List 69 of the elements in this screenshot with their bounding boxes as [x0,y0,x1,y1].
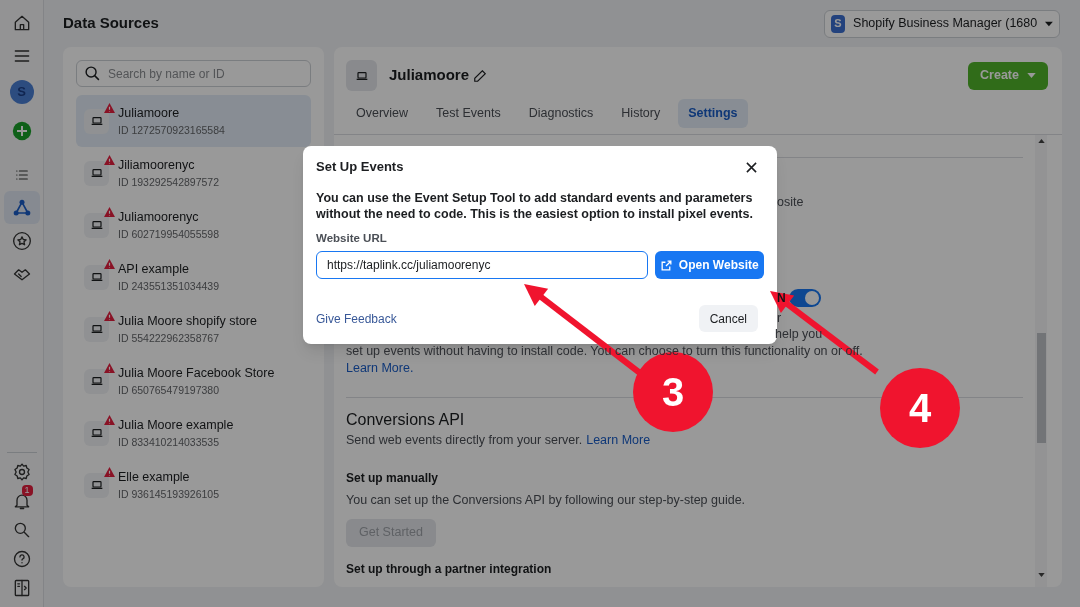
tab[interactable]: Settings [678,99,748,128]
scroll-up-icon[interactable] [1037,139,1045,143]
business-selector[interactable]: S Shopify Business Manager (1680 [824,9,1060,38]
tab[interactable]: Diagnostics [518,99,604,128]
source-name: Julia Moore Facebook Store [118,365,275,381]
section-title: Conversions API [346,409,466,430]
partial-text: osite [777,195,804,209]
source-name: API example [118,261,190,277]
data-source-item[interactable]: Julia Moore Facebook Store ID 650765479197380 [76,355,311,407]
network-icon [11,197,32,218]
source-id: ID 602719954055598 [118,227,219,241]
source-name: Elle example [118,469,191,485]
section-description: Send web events directly from your server. [346,431,583,448]
website-url-field[interactable]: https://taplink.cc/juliamoorenyc [316,251,648,279]
tab[interactable]: Test Events [426,99,511,128]
toggle-switch[interactable] [788,289,821,307]
notification-badge: 1 [21,484,33,496]
pixel-name: Juliamoore [389,65,470,86]
tab[interactable]: Overview [346,99,419,128]
dialog-description: You can use the Event Setup Tool to add standard events and parameters without the need to code. This is the easiest option to install pixel events. [316,190,754,222]
cancel-button[interactable]: Cancel [698,305,758,332]
external-link-icon [659,258,673,272]
settings-icon [11,461,32,482]
data-source-item[interactable]: API example ID 243551351034439 [76,251,311,303]
subsection-text: You can set up the Conversions API by following our step-by-step guide. [346,491,747,508]
pencil-icon [473,68,488,83]
source-id: ID 936145193926105 [118,487,219,501]
dialog-title: Set Up Events [316,158,404,176]
source-name: Jiliamoorenyc [118,157,196,173]
source-name: Juliamoorenyc [118,209,200,225]
partial-text: r [777,311,782,325]
data-source-item[interactable]: Elle example ID 936145193926105 [76,459,311,511]
subsection-title: Set up manually [346,469,440,486]
subsection-title: Set up through a partner integration [346,560,553,577]
scroll-down-icon[interactable] [1037,573,1045,577]
search-field[interactable]: Search by name or ID [76,60,311,87]
rail-button[interactable]: 1 [3,484,40,517]
give-feedback-link[interactable]: Give Feedback [316,309,397,328]
learn-more-link[interactable]: Learn More [586,431,651,448]
source-id: ID 243551351034439 [118,279,219,293]
data-source-item[interactable]: Julia Moore example ID 833410214033535 [76,407,311,459]
toggle-label: N [777,290,786,307]
source-id: ID 193292542897572 [118,175,219,189]
field-label: Website URL [316,231,388,245]
tab[interactable]: History [611,99,671,128]
plus-icon [11,120,32,141]
scrollbar-thumb[interactable] [1036,333,1046,443]
data-source-item[interactable]: Juliamoore ID 1272570923165584 [76,95,311,147]
source-id: ID 1272570923165584 [118,123,225,137]
source-name: Juliamoore [118,105,181,121]
caret-icon [1027,73,1036,78]
business-initial: S [831,14,846,33]
scrollbar[interactable] [1035,135,1047,587]
caret-icon [1045,20,1053,27]
rail-button[interactable] [3,191,40,224]
search-icon [84,65,101,82]
learn-more-link[interactable]: Learn More. [346,361,414,375]
source-id: ID 554222962358767 [118,331,220,345]
source-id: ID 650765479197380 [118,383,220,397]
help-icon [11,548,32,569]
close-icon [745,161,757,173]
data-source-item[interactable]: Julia Moore shopify store ID 554222962358767 [76,303,311,355]
source-id: ID 833410214033535 [118,435,220,449]
open-website-button[interactable]: Open Website [654,251,764,279]
source-name: Julia Moore example [118,417,234,433]
data-source-item[interactable]: Juliamoorenyc ID 602719954055598 [76,199,311,251]
page-title: Data Sources [63,13,159,34]
source-name: Julia Moore shopify store [118,313,257,329]
data-source-item[interactable]: Jiliamoorenyc ID 193292542897572 [76,147,311,199]
